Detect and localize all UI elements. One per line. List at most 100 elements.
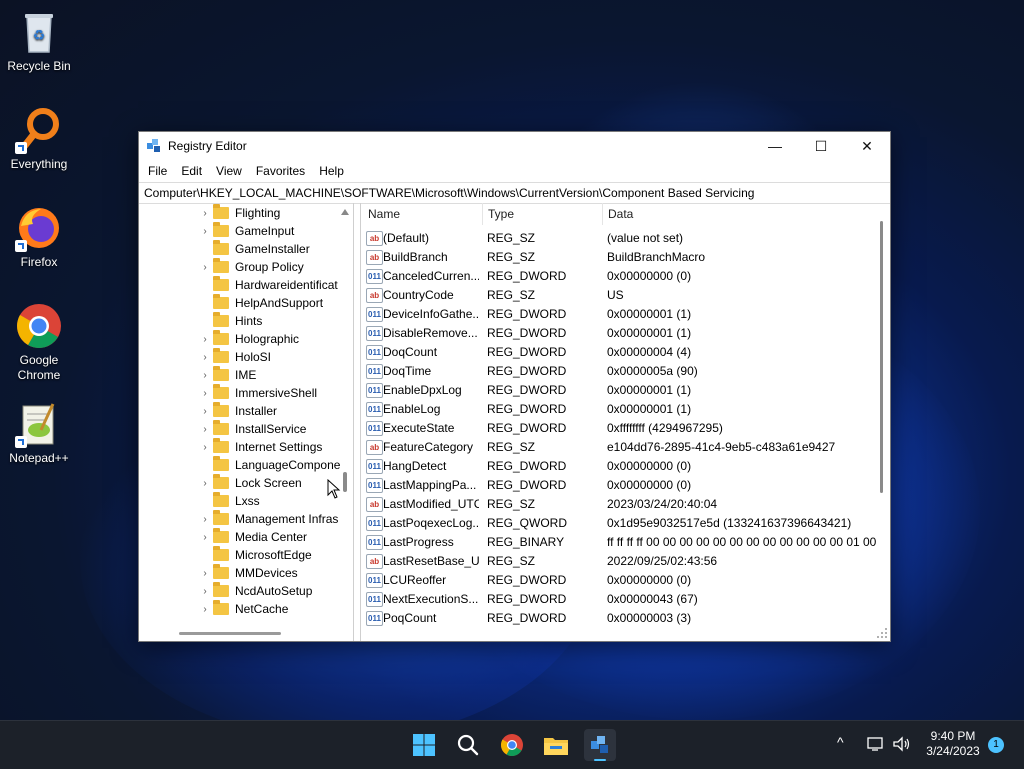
desktop-icon-everything[interactable]: Everything bbox=[4, 106, 74, 172]
show-hidden-icons-button[interactable]: ^ bbox=[837, 734, 844, 750]
registry-editor-icon[interactable] bbox=[584, 729, 616, 761]
file-explorer-icon[interactable] bbox=[540, 729, 572, 761]
column-header-data[interactable]: Data bbox=[608, 203, 858, 225]
notification-badge[interactable]: 1 bbox=[988, 737, 1004, 753]
value-row[interactable]: 011 EnableDpxLog REG_DWORD 0x00000001 (1) bbox=[361, 381, 874, 400]
tree-item[interactable]: › InstallService bbox=[199, 420, 306, 438]
value-data: 0x00000001 (1) bbox=[607, 383, 692, 397]
volume-icon[interactable] bbox=[892, 735, 912, 756]
value-row[interactable]: 011 DoqCount REG_DWORD 0x00000004 (4) bbox=[361, 343, 874, 362]
value-row[interactable]: 011 DeviceInfoGathe... REG_DWORD 0x00000001… bbox=[361, 305, 874, 324]
tree-item[interactable]: › IME bbox=[199, 366, 256, 384]
tree-item[interactable]: › NetCache bbox=[199, 600, 288, 618]
value-row[interactable]: ab CountryCode REG_SZ US bbox=[361, 286, 874, 305]
values-list-pane[interactable]: Name Type Data ab (Default) REG_SZ (value n… bbox=[360, 203, 890, 641]
tree-item[interactable]: › Internet Settings bbox=[199, 438, 322, 456]
maximize-button[interactable]: ☐ bbox=[798, 132, 844, 160]
value-row[interactable]: ab (Default) REG_SZ (value not set) bbox=[361, 229, 874, 248]
value-row[interactable]: abLastResetBase_U... REG_SZ 2022/09/25/02:… bbox=[361, 552, 874, 571]
start-icon[interactable] bbox=[408, 729, 440, 761]
tree-horizontal-scrollbar[interactable] bbox=[139, 625, 339, 641]
tree-item[interactable]: Lxss bbox=[199, 492, 260, 510]
desktop-icon-notepad-plus-plus[interactable]: Notepad++ bbox=[4, 400, 74, 466]
chevron-right-icon[interactable]: › bbox=[199, 226, 211, 237]
menu-favorites[interactable]: Favorites bbox=[249, 164, 312, 178]
chevron-right-icon[interactable]: › bbox=[199, 532, 211, 543]
tree-item[interactable]: Hints bbox=[199, 312, 262, 330]
column-header-type[interactable]: Type bbox=[488, 203, 598, 225]
value-row[interactable]: ab BuildBranch REG_SZ BuildBranchMacro bbox=[361, 248, 874, 267]
menu-edit[interactable]: Edit bbox=[174, 164, 209, 178]
value-row[interactable]: 011 LastPoqexecLog... REG_QWORD 0x1d95e9032… bbox=[361, 514, 874, 533]
value-row[interactable]: ab LastModified_UTC REG_SZ 2023/03/24/20:40… bbox=[361, 495, 874, 514]
menu-view[interactable]: View bbox=[209, 164, 249, 178]
chevron-right-icon[interactable]: › bbox=[199, 442, 211, 453]
tree-item[interactable]: › Group Policy bbox=[199, 258, 304, 276]
chevron-right-icon[interactable]: › bbox=[199, 604, 211, 615]
chevron-right-icon[interactable]: › bbox=[199, 208, 211, 219]
tree-item[interactable]: › Holographic bbox=[199, 330, 299, 348]
tree-item[interactable]: › GameInput bbox=[199, 222, 294, 240]
network-icon[interactable] bbox=[866, 735, 886, 756]
menu-file[interactable]: File bbox=[141, 164, 174, 178]
chevron-right-icon[interactable]: › bbox=[199, 406, 211, 417]
value-row[interactable]: 011 LastProgress REG_BINARY ff ff ff ff 00 … bbox=[361, 533, 877, 552]
registry-editor-window[interactable]: Registry Editor — ☐ ✕ File Edit View Fav… bbox=[138, 131, 891, 642]
tree-item[interactable]: › Installer bbox=[199, 402, 277, 420]
tree-item[interactable]: › Management Infras bbox=[199, 510, 338, 528]
value-row[interactable]: ab FeatureCategory REG_SZ e104dd76-2895-41c… bbox=[361, 438, 874, 457]
value-type: REG_DWORD bbox=[487, 478, 567, 492]
column-header-name[interactable]: Name bbox=[368, 203, 478, 225]
value-row[interactable]: 011 EnableLog REG_DWORD 0x00000001 (1) bbox=[361, 400, 874, 419]
value-row[interactable]: 011 ExecuteState REG_DWORD 0xffffffff (4294… bbox=[361, 419, 874, 438]
title-bar[interactable]: Registry Editor — ☐ ✕ bbox=[139, 132, 890, 160]
tree-item[interactable]: › MMDevices bbox=[199, 564, 298, 582]
chevron-right-icon[interactable]: › bbox=[199, 586, 211, 597]
resize-grip-icon[interactable] bbox=[876, 627, 888, 639]
tree-item[interactable]: HelpAndSupport bbox=[199, 294, 323, 312]
tree-item[interactable]: › Flighting bbox=[199, 204, 280, 222]
address-bar[interactable]: Computer\HKEY_LOCAL_MACHINE\SOFTWARE\Mic… bbox=[139, 182, 890, 204]
tree-item[interactable]: GameInstaller bbox=[199, 240, 310, 258]
tree-item[interactable]: › ImmersiveShell bbox=[199, 384, 317, 402]
value-row[interactable]: 011 NextExecutionS... REG_DWORD 0x00000043 … bbox=[361, 590, 874, 609]
chevron-right-icon[interactable]: › bbox=[199, 568, 211, 579]
tree-item[interactable]: › NcdAutoSetup bbox=[199, 582, 312, 600]
tree-item[interactable]: › HoloSI bbox=[199, 348, 271, 366]
column-divider[interactable] bbox=[482, 203, 483, 225]
taskbar: ^ 9:40 PM 3/24/2023 1 bbox=[0, 720, 1024, 769]
menu-help[interactable]: Help bbox=[312, 164, 351, 178]
chevron-right-icon[interactable]: › bbox=[199, 370, 211, 381]
value-row[interactable]: 011 LastMappingPa... REG_DWORD 0x00000000 (… bbox=[361, 476, 874, 495]
search-icon[interactable] bbox=[452, 729, 484, 761]
tree-item[interactable]: MicrosoftEdge bbox=[199, 546, 312, 564]
chevron-right-icon[interactable]: › bbox=[199, 478, 211, 489]
chevron-right-icon[interactable]: › bbox=[199, 388, 211, 399]
chevron-right-icon[interactable]: › bbox=[199, 352, 211, 363]
value-row[interactable]: 011 HangDetect REG_DWORD 0x00000000 (0) bbox=[361, 457, 874, 476]
tree-item[interactable]: Hardwareidentificat bbox=[199, 276, 338, 294]
tree-item[interactable]: LanguageCompone bbox=[199, 456, 340, 474]
desktop-icon-chrome[interactable]: Google Chrome bbox=[4, 302, 74, 383]
desktop-icon-recycle-bin[interactable]: ♻ Recycle Bin bbox=[4, 8, 74, 74]
key-tree-pane[interactable]: › Flighting › GameInput GameInstaller › Group … bbox=[139, 203, 354, 641]
tree-vertical-scrollbar[interactable] bbox=[341, 207, 349, 623]
value-row[interactable]: 011 DisableRemove... REG_DWORD 0x00000001 (… bbox=[361, 324, 874, 343]
clock[interactable]: 9:40 PM 3/24/2023 bbox=[920, 729, 986, 759]
chevron-right-icon[interactable]: › bbox=[199, 262, 211, 273]
chevron-right-icon[interactable]: › bbox=[199, 424, 211, 435]
chevron-right-icon[interactable]: › bbox=[199, 334, 211, 345]
value-row[interactable]: 011 PoqCount REG_DWORD 0x00000003 (3) bbox=[361, 609, 874, 628]
tree-item[interactable]: › Lock Screen bbox=[199, 474, 302, 492]
value-row[interactable]: 011 CanceledCurren... REG_DWORD 0x00000000 … bbox=[361, 267, 874, 286]
value-row[interactable]: 011 DoqTime REG_DWORD 0x0000005a (90) bbox=[361, 362, 874, 381]
chrome-icon[interactable] bbox=[496, 729, 528, 761]
desktop-icon-firefox[interactable]: Firefox bbox=[4, 204, 74, 270]
close-button[interactable]: ✕ bbox=[844, 132, 890, 160]
binary-value-icon: 011 bbox=[366, 592, 383, 607]
chevron-right-icon[interactable]: › bbox=[199, 514, 211, 525]
tree-item[interactable]: › Media Center bbox=[199, 528, 307, 546]
value-row[interactable]: 011 LCUReoffer REG_DWORD 0x00000000 (0) bbox=[361, 571, 874, 590]
minimize-button[interactable]: — bbox=[752, 132, 798, 160]
column-divider[interactable] bbox=[602, 203, 603, 225]
